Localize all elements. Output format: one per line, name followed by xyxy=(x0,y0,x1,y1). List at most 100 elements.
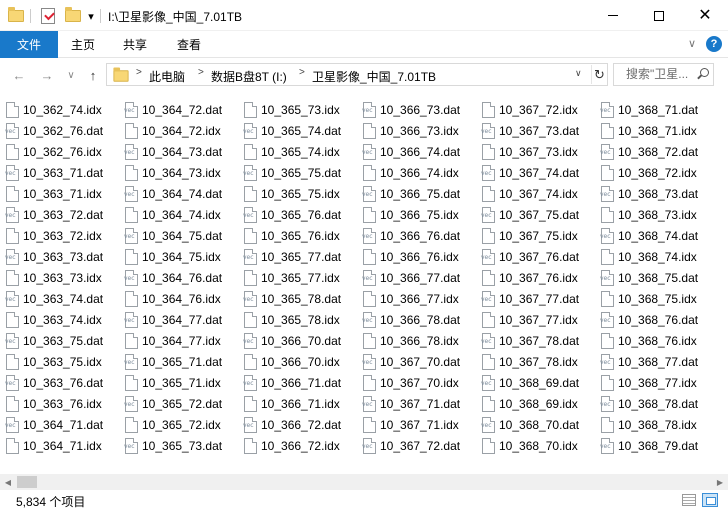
file-item[interactable]: 10_362_76.dat xyxy=(5,121,103,141)
file-item[interactable]: 10_363_71.dat xyxy=(5,163,103,183)
file-item[interactable]: 10_368_79.dat xyxy=(600,436,698,456)
file-item[interactable]: 10_368_78.dat xyxy=(600,394,698,414)
file-item[interactable]: 10_365_72.dat xyxy=(124,394,222,414)
file-item[interactable]: 10_364_75.dat xyxy=(124,226,222,246)
file-item[interactable]: 10_365_71.dat xyxy=(124,352,222,372)
minimize-button[interactable] xyxy=(590,0,636,31)
file-item[interactable]: 10_368_75.dat xyxy=(600,268,698,288)
file-item[interactable]: 10_366_70.dat xyxy=(243,331,341,351)
file-item[interactable]: 10_365_73.dat xyxy=(124,436,222,456)
file-item[interactable]: 10_367_76.dat xyxy=(481,247,579,267)
file-item[interactable]: 10_366_75.dat xyxy=(362,184,460,204)
file-item[interactable]: 10_367_74.idx xyxy=(482,184,578,204)
properties-icon[interactable] xyxy=(38,7,58,25)
tab-share[interactable]: 共享 xyxy=(114,31,156,58)
close-button[interactable]: ✕ xyxy=(682,0,728,31)
file-item[interactable]: 10_368_71.idx xyxy=(601,121,697,141)
file-item[interactable]: 10_366_71.idx xyxy=(244,394,340,414)
file-item[interactable]: 10_366_75.idx xyxy=(363,205,459,225)
file-item[interactable]: 10_367_71.idx xyxy=(363,415,459,435)
details-view-icon[interactable] xyxy=(682,494,696,506)
file-item[interactable]: 10_365_76.idx xyxy=(244,226,340,246)
file-item[interactable]: 10_365_73.idx xyxy=(244,100,340,120)
file-item[interactable]: 10_363_74.idx xyxy=(6,310,102,330)
help-icon[interactable]: ? xyxy=(706,36,722,52)
breadcrumb-this-pc[interactable]: 此电脑 xyxy=(149,68,185,85)
file-item[interactable]: 10_364_76.dat xyxy=(124,268,222,288)
file-item[interactable]: 10_367_72.idx xyxy=(482,100,578,120)
file-item[interactable]: 10_363_72.dat xyxy=(5,205,103,225)
file-item[interactable]: 10_363_76.dat xyxy=(5,373,103,393)
breadcrumb-drive[interactable]: 数据B盘8T (I:) xyxy=(211,68,287,85)
ribbon-expand-icon[interactable]: ∨ xyxy=(688,37,696,50)
file-item[interactable]: 10_363_73.idx xyxy=(6,268,102,288)
file-item[interactable]: 10_363_73.dat xyxy=(5,247,103,267)
file-item[interactable]: 10_366_71.dat xyxy=(243,373,341,393)
file-item[interactable]: 10_367_75.dat xyxy=(481,205,579,225)
file-item[interactable]: 10_365_77.idx xyxy=(244,268,340,288)
file-item[interactable]: 10_368_71.dat xyxy=(600,100,698,120)
file-item[interactable]: 10_368_72.dat xyxy=(600,142,698,162)
file-item[interactable]: 10_368_70.idx xyxy=(482,436,578,456)
file-item[interactable]: 10_366_77.idx xyxy=(363,289,459,309)
quick-access-dropdown-icon[interactable]: ▾ xyxy=(85,7,97,25)
tab-view[interactable]: 查看 xyxy=(168,31,210,58)
refresh-icon[interactable]: ↻ xyxy=(591,65,607,84)
file-item[interactable]: 10_364_74.dat xyxy=(124,184,222,204)
address-bar[interactable]: > 此电脑 > 数据B盘8T (I:) > 卫星影像_中国_7.01TB ∨ ↻ xyxy=(106,63,608,86)
file-item[interactable]: 10_366_72.dat xyxy=(243,415,341,435)
horizontal-scrollbar[interactable]: ◀ ▶ xyxy=(0,474,728,490)
file-item[interactable]: 10_363_74.dat xyxy=(5,289,103,309)
file-item[interactable]: 10_365_72.idx xyxy=(125,415,221,435)
file-item[interactable]: 10_365_74.dat xyxy=(243,121,341,141)
recent-locations-icon[interactable]: ∨ xyxy=(64,66,78,84)
file-item[interactable]: 10_368_78.idx xyxy=(601,415,697,435)
file-item[interactable]: 10_368_69.dat xyxy=(481,373,579,393)
file-item[interactable]: 10_367_74.dat xyxy=(481,163,579,183)
file-item[interactable]: 10_364_71.idx xyxy=(6,436,102,456)
file-item[interactable]: 10_365_75.idx xyxy=(244,184,340,204)
tab-file[interactable]: 文件 xyxy=(0,31,58,58)
file-item[interactable]: 10_364_73.dat xyxy=(124,142,222,162)
file-item[interactable]: 10_367_77.dat xyxy=(481,289,579,309)
search-box[interactable] xyxy=(613,63,714,86)
file-item[interactable]: 10_366_78.dat xyxy=(362,310,460,330)
file-item[interactable]: 10_364_72.dat xyxy=(124,100,222,120)
file-item[interactable]: 10_365_71.idx xyxy=(125,373,221,393)
back-arrow-icon[interactable]: ← xyxy=(10,66,28,84)
file-item[interactable]: 10_368_73.idx xyxy=(601,205,697,225)
file-item[interactable]: 10_363_72.idx xyxy=(6,226,102,246)
file-item[interactable]: 10_364_75.idx xyxy=(125,247,221,267)
file-item[interactable]: 10_368_72.idx xyxy=(601,163,697,183)
file-item[interactable]: 10_368_70.dat xyxy=(481,415,579,435)
tab-home[interactable]: 主页 xyxy=(62,31,104,58)
scroll-right-icon[interactable]: ▶ xyxy=(712,474,728,490)
file-item[interactable]: 10_368_73.dat xyxy=(600,184,698,204)
file-item[interactable]: 10_365_74.idx xyxy=(244,142,340,162)
breadcrumb-current-folder[interactable]: 卫星影像_中国_7.01TB xyxy=(312,68,436,85)
file-item[interactable]: 10_367_73.dat xyxy=(481,121,579,141)
file-item[interactable]: 10_367_77.idx xyxy=(482,310,578,330)
file-item[interactable]: 10_366_78.idx xyxy=(363,331,459,351)
search-icon[interactable] xyxy=(700,68,709,77)
file-item[interactable]: 10_363_71.idx xyxy=(6,184,102,204)
file-item[interactable]: 10_364_77.dat xyxy=(124,310,222,330)
file-item[interactable]: 10_366_76.dat xyxy=(362,226,460,246)
file-item[interactable]: 10_366_74.idx xyxy=(363,163,459,183)
file-item[interactable]: 10_367_71.dat xyxy=(362,394,460,414)
file-item[interactable]: 10_365_75.dat xyxy=(243,163,341,183)
file-item[interactable]: 10_367_70.idx xyxy=(363,373,459,393)
file-item[interactable]: 10_366_77.dat xyxy=(362,268,460,288)
file-item[interactable]: 10_368_76.idx xyxy=(601,331,697,351)
file-item[interactable]: 10_364_74.idx xyxy=(125,205,221,225)
file-item[interactable]: 10_364_77.idx xyxy=(125,331,221,351)
up-arrow-icon[interactable]: ↑ xyxy=(84,66,102,84)
maximize-button[interactable] xyxy=(636,0,682,31)
file-item[interactable]: 10_367_76.idx xyxy=(482,268,578,288)
forward-arrow-icon[interactable]: → xyxy=(38,66,56,84)
search-input[interactable] xyxy=(626,67,698,81)
file-item[interactable]: 10_368_77.dat xyxy=(600,352,698,372)
file-item[interactable]: 10_365_78.dat xyxy=(243,289,341,309)
file-item[interactable]: 10_366_70.idx xyxy=(244,352,340,372)
file-item[interactable]: 10_366_73.idx xyxy=(363,121,459,141)
